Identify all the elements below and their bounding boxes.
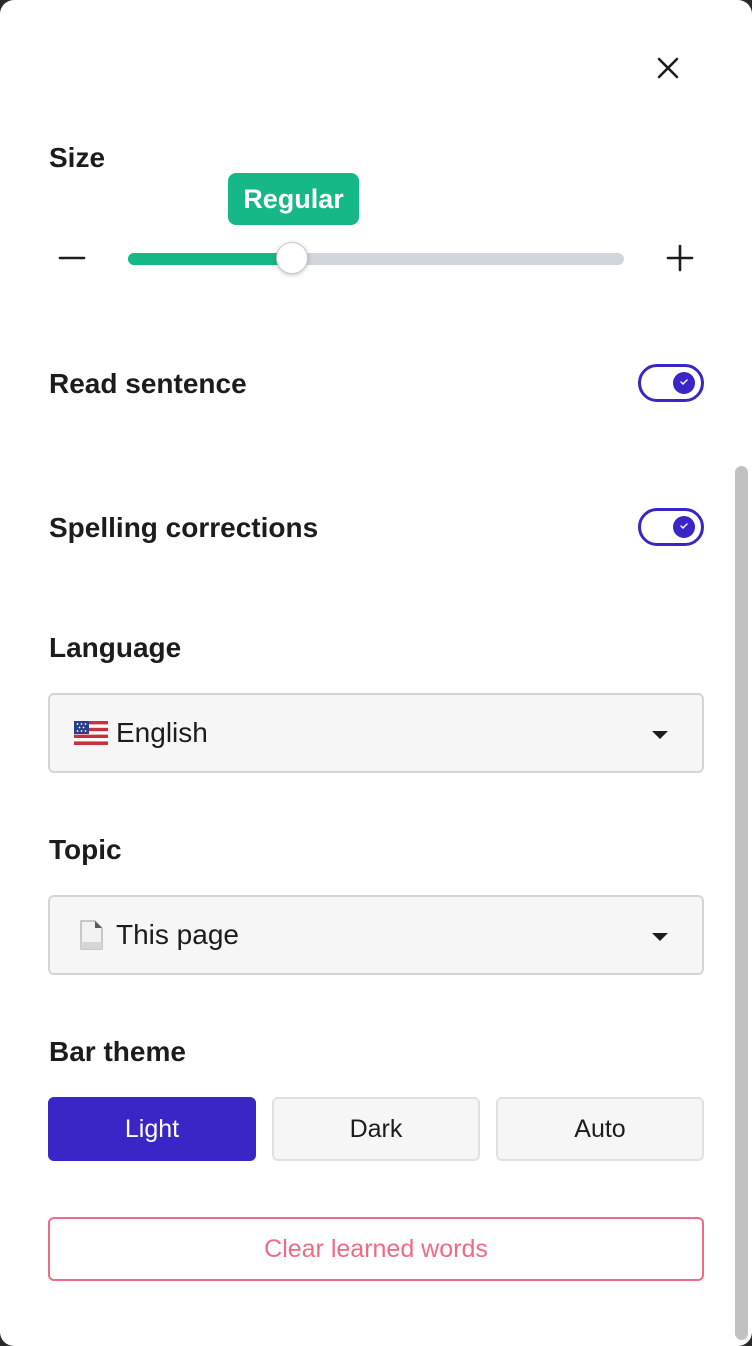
- plus-icon: [666, 244, 694, 277]
- theme-light-button[interactable]: Light: [48, 1097, 256, 1161]
- caret-down-icon: [652, 731, 668, 739]
- minus-icon: [58, 244, 86, 277]
- check-icon: [679, 518, 689, 536]
- theme-auto-button[interactable]: Auto: [496, 1097, 704, 1161]
- clear-learned-words-button[interactable]: Clear learned words: [48, 1217, 704, 1281]
- size-slider-thumb[interactable]: [275, 242, 308, 274]
- language-label: Language: [49, 632, 182, 663]
- caret-down-icon: [652, 933, 668, 941]
- increase-size-button[interactable]: [660, 240, 700, 280]
- spelling-corrections-label: Spelling corrections: [49, 512, 319, 543]
- language-select[interactable]: English: [48, 693, 704, 773]
- toggle-knob: [673, 372, 695, 394]
- size-slider[interactable]: [128, 242, 624, 274]
- size-label: Size: [49, 142, 106, 173]
- topic-select-value: This page: [116, 919, 239, 950]
- decrease-size-button[interactable]: [52, 240, 92, 280]
- check-icon: [679, 374, 689, 392]
- toggle-knob: [673, 516, 695, 538]
- language-select-value: English: [116, 717, 208, 748]
- settings-panel: Size Regular Read sentence Spelling corr…: [0, 0, 752, 1346]
- us-flag-icon: [74, 718, 108, 748]
- size-value-badge: Regular: [228, 173, 359, 225]
- topic-label: Topic: [49, 834, 122, 865]
- theme-dark-button[interactable]: Dark: [272, 1097, 480, 1161]
- close-button[interactable]: [650, 52, 686, 88]
- read-sentence-label: Read sentence: [49, 368, 247, 399]
- bar-theme-label: Bar theme: [49, 1036, 186, 1067]
- topic-select[interactable]: This page: [48, 895, 704, 975]
- close-icon: [656, 56, 680, 85]
- scrollbar-thumb[interactable]: [735, 466, 748, 1340]
- size-slider-fill: [128, 253, 292, 265]
- spelling-corrections-toggle[interactable]: [638, 508, 704, 546]
- page-icon: [74, 920, 108, 950]
- read-sentence-toggle[interactable]: [638, 364, 704, 402]
